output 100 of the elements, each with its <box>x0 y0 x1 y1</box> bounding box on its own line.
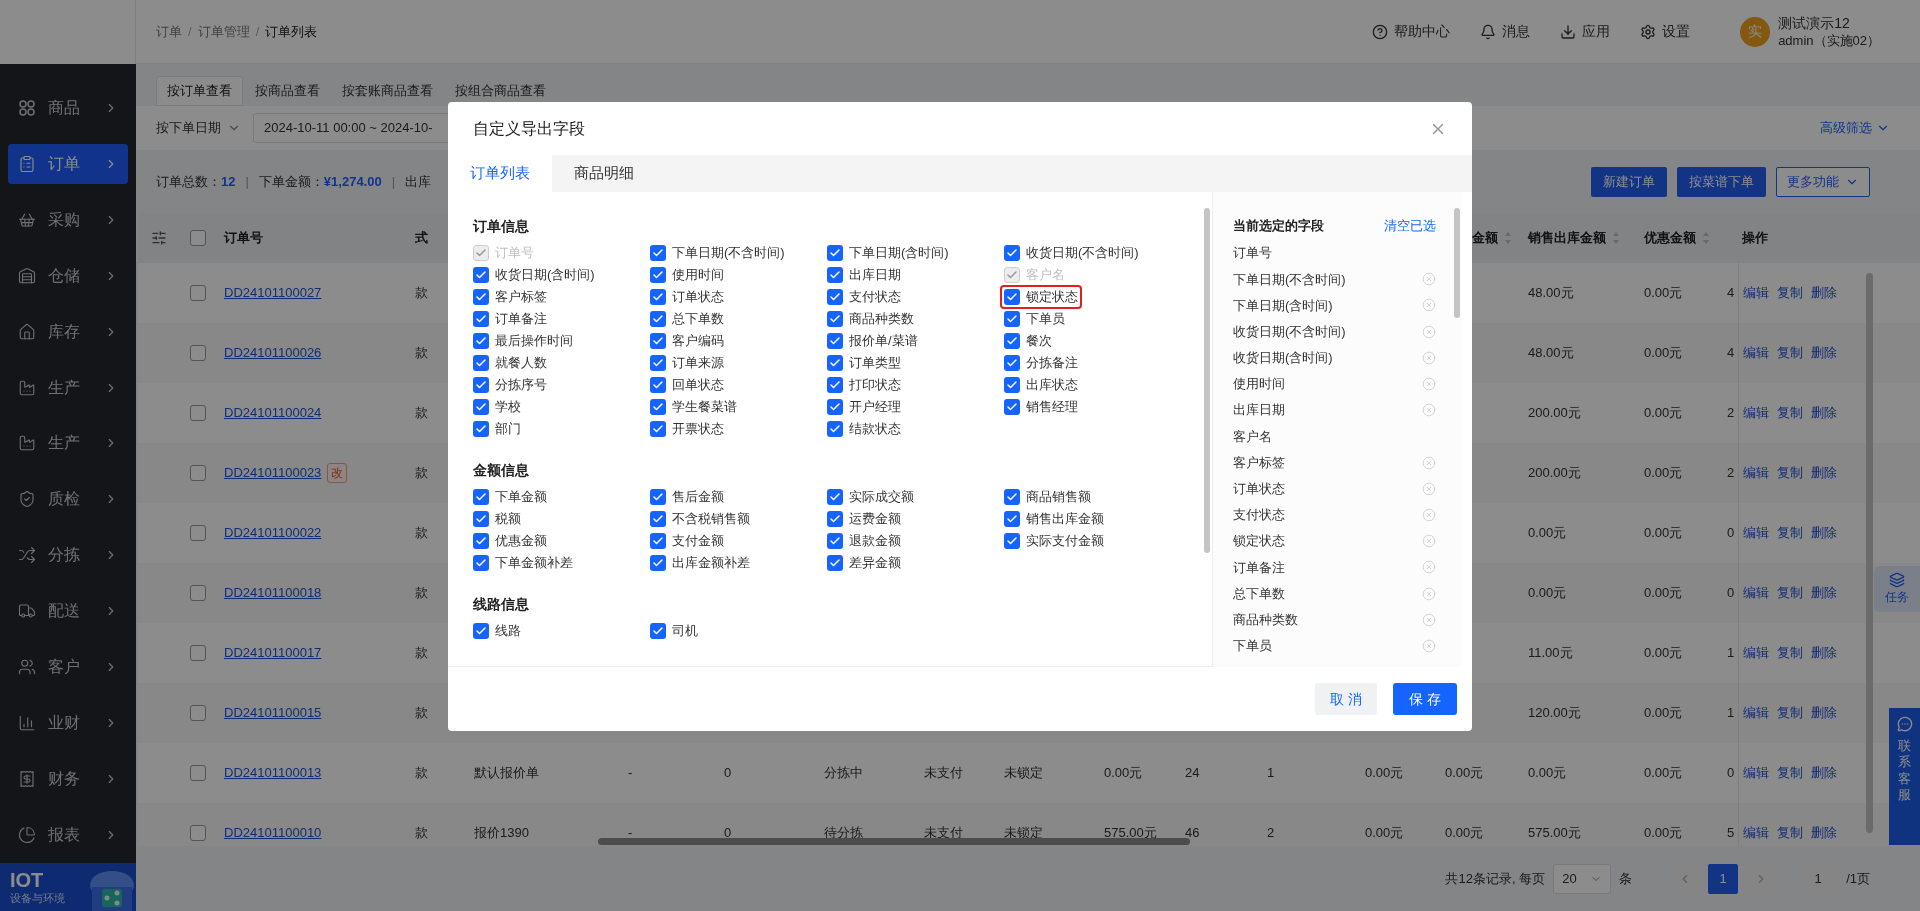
pagination-unit: 条 <box>1619 869 1633 888</box>
banner-title: IOT <box>10 869 45 891</box>
selected-field: 订单号 <box>1233 240 1436 267</box>
table-cell: 0.00元 <box>1445 765 1484 781</box>
total-pages: /1页 <box>1846 869 1870 888</box>
table-cell: 11.00元 <box>1528 645 1573 661</box>
column-header: 操作 <box>1742 230 1768 246</box>
selected-field: 总下单数 <box>1233 580 1436 607</box>
table-cell: 4 <box>1727 285 1735 301</box>
table-cell: 0.00元 <box>1445 825 1484 841</box>
table-cell: 0.00元 <box>1644 645 1683 661</box>
table-cell: 款 <box>415 705 428 721</box>
selected-field: 支付状态 <box>1233 501 1436 529</box>
selected-field: 客户名 <box>1233 423 1436 450</box>
table-cell: 款 <box>415 525 428 541</box>
table-cell: 0.00元 <box>1644 525 1683 541</box>
panel-title: 当前选定的字段 <box>1233 217 1324 236</box>
selected-field: 下单员 <box>1233 632 1436 659</box>
table-cell: 200.00元 <box>1528 405 1581 421</box>
table-cell: 200.00元 <box>1528 465 1581 481</box>
selected-field: 收货日期(含时间) <box>1233 344 1436 371</box>
selected-field: 客户标签 <box>1233 449 1436 476</box>
dialog-title: 自定义导出字段 <box>473 118 586 139</box>
table-cell: 0.00元 <box>1365 765 1404 781</box>
table-cell: 0 <box>724 765 732 781</box>
user-name: 测试演示12 <box>1778 14 1851 32</box>
table-cell: 2 <box>1727 465 1735 481</box>
table-cell: 款 <box>415 465 428 481</box>
table-cell: 0.00元 <box>1365 825 1404 841</box>
table-cell: 1 <box>1267 765 1275 781</box>
table-cell: 0.00元 <box>1644 465 1683 481</box>
summary-value: ¥1,274.00 <box>323 172 382 191</box>
table-cell: 款 <box>415 405 428 421</box>
table-cell: 4 <box>1727 345 1735 361</box>
table-cell: 575.00元 <box>1528 825 1581 841</box>
selected-field: 订单备注 <box>1233 554 1436 581</box>
selected-field: 下单日期(含时间) <box>1233 292 1436 319</box>
summary-value: 12 <box>221 172 236 191</box>
breadcrumb-separator: / <box>255 22 260 41</box>
table-cell: 1 <box>1727 645 1735 661</box>
table-cell: 2 <box>1267 825 1275 841</box>
table-cell: 未支付 <box>924 825 963 841</box>
selected-field: 收货日期(不含时间) <box>1233 318 1436 345</box>
summary-separator: | <box>245 172 249 191</box>
table-cell: 0 <box>1727 765 1735 781</box>
table-cell: 未支付 <box>924 765 963 781</box>
breadcrumb-item: 订单列表 <box>265 22 318 41</box>
breadcrumb-separator: / <box>188 22 192 41</box>
summary-separator: | <box>391 172 396 191</box>
table-cell: 24 <box>1185 765 1200 781</box>
table-cell: 款 <box>415 285 428 301</box>
table-cell: 0 <box>1727 585 1735 601</box>
table-cell: 120.00元 <box>1528 705 1581 721</box>
table-cell: 款 <box>415 585 428 601</box>
table-cell: 0.00元 <box>1644 405 1683 421</box>
table-cell: 0.00元 <box>1104 765 1143 781</box>
pagination-summary: 共12条记录, 每页 <box>1445 869 1546 888</box>
summary-label: 下单金额： <box>258 172 324 191</box>
table-cell: 0 <box>1727 525 1735 541</box>
table-cell: 0.00元 <box>1528 525 1567 541</box>
section-title: 金额信息 <box>473 460 529 480</box>
table-cell: 0.00元 <box>1644 285 1683 301</box>
table-cell: 0.00元 <box>1644 765 1683 781</box>
table-cell: - <box>628 825 633 841</box>
section-title: 线路信息 <box>473 594 529 614</box>
table-cell: 分拣中 <box>824 765 863 781</box>
selected-field: 商品种类数 <box>1233 606 1436 633</box>
selected-field: 下单日期(不含时间) <box>1233 266 1436 293</box>
table-cell: 5 <box>1727 825 1735 841</box>
selected-field: 使用时间 <box>1233 370 1436 398</box>
table-cell: - <box>628 765 633 781</box>
table-cell: 1 <box>1727 705 1735 721</box>
table-cell: 0.00元 <box>1528 765 1567 781</box>
table-cell: 2 <box>1727 405 1735 421</box>
banner-subtitle: 设备与环境 <box>10 891 66 905</box>
table-cell: 575.00元 <box>1104 825 1157 841</box>
section-title: 订单信息 <box>473 216 529 236</box>
table-cell: 报价1390 <box>474 825 529 841</box>
table-cell: 未锁定 <box>1004 765 1043 781</box>
table-cell: 款 <box>415 765 428 781</box>
summary-label: 订单总数： <box>156 172 221 191</box>
selected-field: 订单状态 <box>1233 475 1436 502</box>
user-role: admin（实施02） <box>1778 31 1880 49</box>
table-cell: 0 <box>724 825 732 841</box>
summary-label: 出库 <box>405 172 432 191</box>
table-cell: 款 <box>415 345 428 361</box>
table-cell: 款 <box>415 825 428 841</box>
table-cell: 默认报价单 <box>474 765 539 781</box>
table-cell: 0.00元 <box>1644 345 1683 361</box>
table-cell: 0.00元 <box>1644 825 1683 841</box>
table-cell: 0.00元 <box>1644 705 1683 721</box>
table-cell: 48.00元 <box>1528 285 1574 301</box>
table-cell: 款 <box>415 645 428 661</box>
table-cell: 48.00元 <box>1528 345 1574 361</box>
selected-field: 锁定状态 <box>1233 528 1436 555</box>
selected-field: 出库日期 <box>1233 397 1436 424</box>
modified-tag: 改 <box>327 463 348 483</box>
table-cell: 0.00元 <box>1644 585 1683 601</box>
table-cell: 待分拣 <box>824 825 863 841</box>
table-cell: 46 <box>1185 825 1200 841</box>
